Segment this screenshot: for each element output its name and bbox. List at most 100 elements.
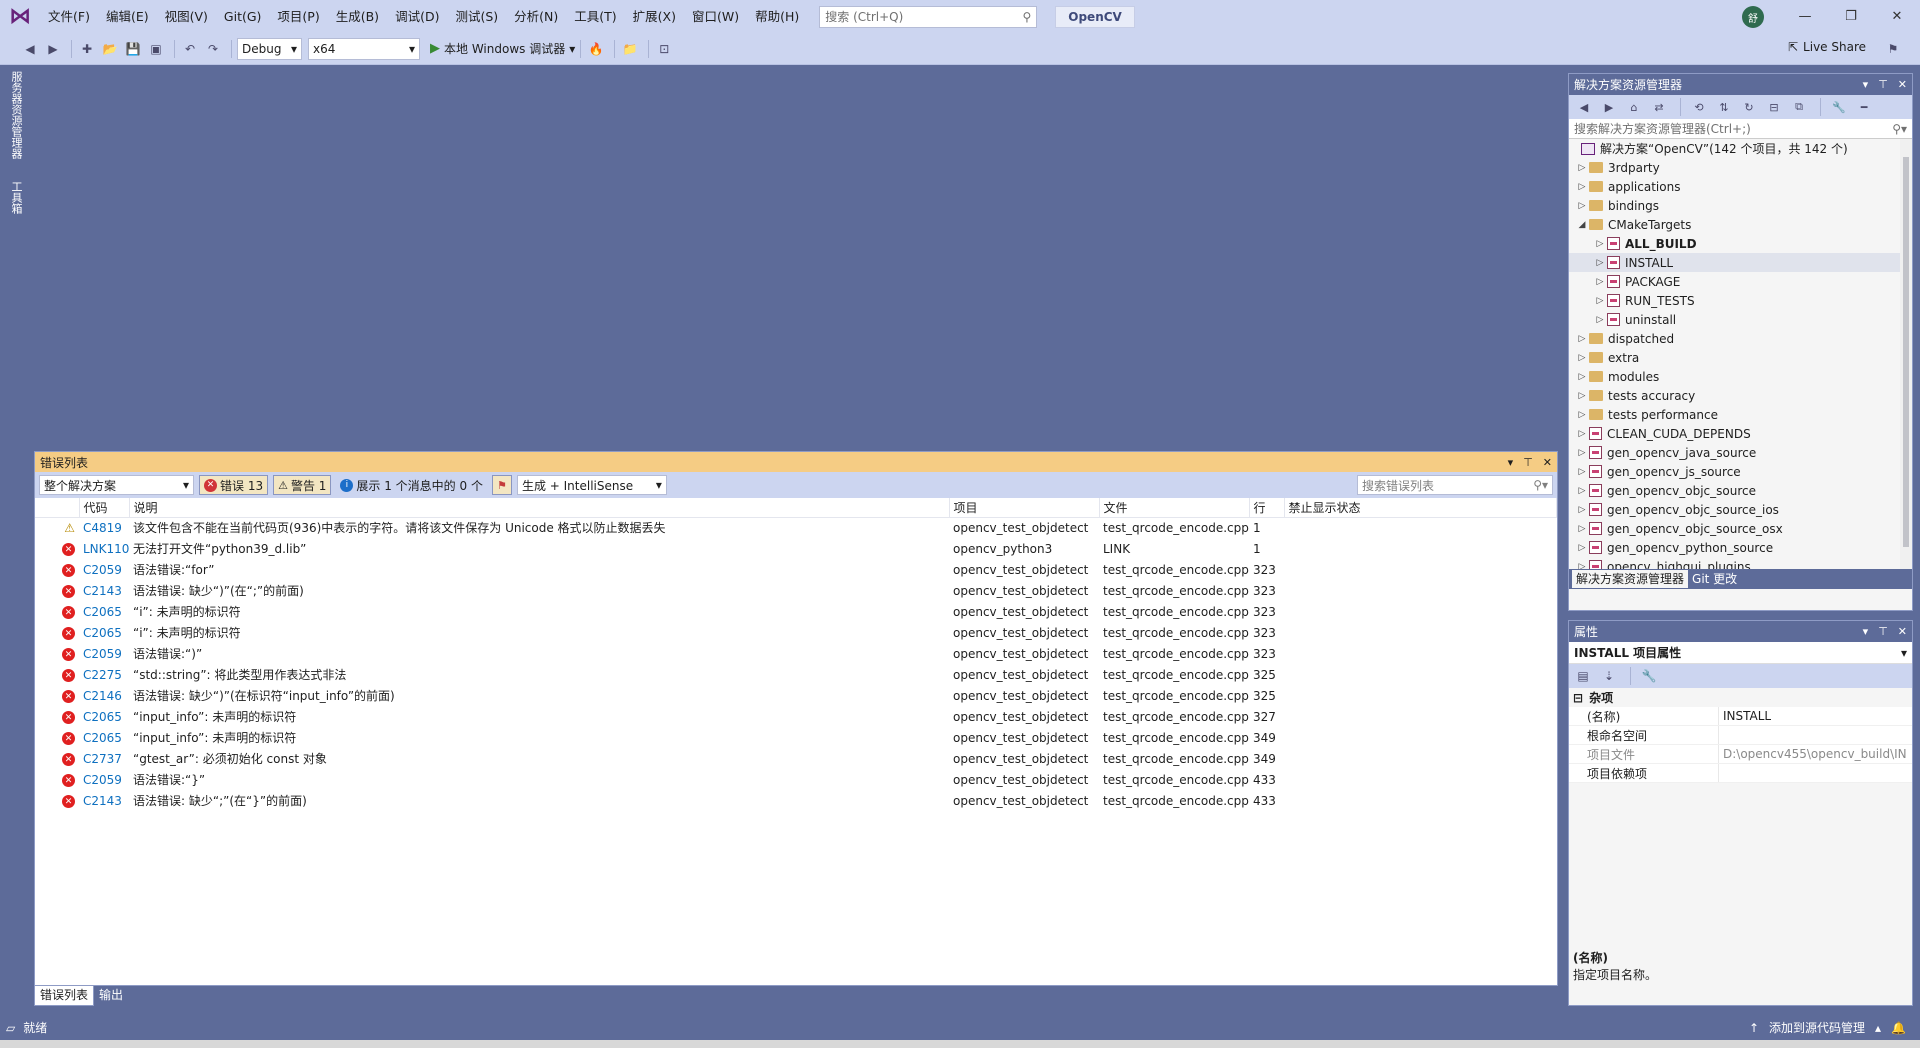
menu-item[interactable]: 窗口(W) [684, 0, 747, 33]
expand-arrow-icon[interactable]: ▷ [1575, 467, 1589, 477]
table-row[interactable]: ✕ C2059 语法错误:“for” opencv_test_objdetect tes… [35, 559, 1557, 580]
pin-icon[interactable]: ⊤ [1878, 625, 1888, 638]
tree-item[interactable]: ▷ tests accuracy [1569, 386, 1912, 405]
tab-git-changes[interactable]: Git 更改 [1688, 570, 1741, 588]
tree-item[interactable]: ▷ INSTALL [1569, 253, 1912, 272]
pin-icon[interactable]: ⊤ [1878, 78, 1888, 91]
tab-error-list[interactable]: 错误列表 [34, 986, 95, 1006]
toolbox-tab[interactable]: 工具箱 [8, 181, 24, 214]
menu-item[interactable]: Git(G) [216, 0, 270, 33]
close-icon[interactable]: ✕ [1874, 9, 1920, 24]
live-share-button[interactable]: ⇱ Live Share [1788, 40, 1866, 54]
expand-arrow-icon[interactable]: ▷ [1593, 239, 1607, 249]
back-icon[interactable]: ◀ [20, 39, 40, 59]
project-column-header[interactable]: 项目 [949, 498, 1100, 518]
expand-arrow-icon[interactable]: ▷ [1593, 258, 1607, 268]
error-code-link[interactable]: C2059 [79, 559, 129, 580]
source-dropdown[interactable]: 生成 + IntelliSense ▾ [516, 475, 667, 495]
tree-item[interactable]: ▷ extra [1569, 348, 1912, 367]
dropdown-icon[interactable]: ▾ [1863, 78, 1869, 91]
property-row[interactable]: 项目依赖项 [1569, 764, 1912, 783]
output-window-icon[interactable]: ▱ [6, 1021, 15, 1035]
scrollbar-thumb[interactable] [1903, 157, 1909, 547]
error-code-link[interactable]: C2275 [79, 664, 129, 685]
restore-icon[interactable]: ❐ [1828, 9, 1874, 24]
save-icon[interactable]: 💾 [123, 39, 143, 59]
severity-column-header[interactable] [35, 498, 80, 518]
menu-item[interactable]: 测试(S) [447, 0, 506, 33]
new-project-icon[interactable]: ✚ [77, 39, 97, 59]
menu-item[interactable]: 文件(F) [40, 0, 98, 33]
warnings-filter-button[interactable]: ⚠ 警告 1 [273, 475, 332, 495]
error-code-link[interactable]: C2059 [79, 769, 129, 790]
expand-arrow-icon[interactable]: ▷ [1575, 334, 1589, 344]
menu-item[interactable]: 调试(D) [387, 0, 447, 33]
minimize-icon[interactable]: — [1782, 9, 1828, 24]
undo-icon[interactable]: ↶ [180, 39, 200, 59]
avatar[interactable]: 舒 [1742, 6, 1764, 28]
error-code-link[interactable]: C2737 [79, 748, 129, 769]
show-all-files-icon[interactable]: ⧉ [1790, 98, 1808, 116]
expand-arrow-icon[interactable]: ▷ [1575, 429, 1589, 439]
table-row[interactable]: ✕ C2143 语法错误: 缺少“)”(在“;”的前面) opencv_test_ob… [35, 580, 1557, 601]
table-row[interactable]: ✕ C2065 “input_info”: 未声明的标识符 opencv_test_o… [35, 706, 1557, 727]
expand-arrow-icon[interactable]: ▷ [1593, 296, 1607, 306]
table-row[interactable]: ✕ C2146 语法错误: 缺少“)”(在标识符“input_info”的前面) op… [35, 685, 1557, 706]
tree-item[interactable]: 解决方案“OpenCV”(142 个项目，共 142 个) [1569, 139, 1912, 158]
solution-search-input[interactable]: 搜索解决方案资源管理器(Ctrl+;) ⚲▾ [1569, 119, 1912, 139]
categorized-icon[interactable]: ▤ [1573, 666, 1593, 686]
tree-item[interactable]: ▷ gen_opencv_java_source [1569, 443, 1912, 462]
switch-views-icon[interactable]: ⇄ [1650, 98, 1668, 116]
expand-arrow-icon[interactable]: ▷ [1575, 410, 1589, 420]
dropdown-icon[interactable]: ▾ [1863, 625, 1869, 638]
forward-icon[interactable]: ▶ [1600, 98, 1618, 116]
error-code-link[interactable]: C2143 [79, 580, 129, 601]
expand-arrow-icon[interactable]: ▷ [1575, 372, 1589, 382]
property-category[interactable]: ⊟ 杂项 [1569, 688, 1912, 707]
menu-item[interactable]: 生成(B) [328, 0, 387, 33]
expand-arrow-icon[interactable]: ▷ [1575, 562, 1589, 570]
error-code-link[interactable]: C2059 [79, 643, 129, 664]
file-column-header[interactable]: 文件 [1099, 498, 1250, 518]
table-row[interactable]: ✕ C2059 语法错误:“)” opencv_test_objdetect test_… [35, 643, 1557, 664]
browse-folder-icon[interactable]: 📁 [620, 39, 640, 59]
close-icon[interactable]: ✕ [1898, 78, 1907, 91]
platform-dropdown[interactable]: x64 ▾ [308, 37, 420, 60]
alphabetical-icon[interactable]: ⇣ [1599, 666, 1619, 686]
sync-icon[interactable]: ⇅ [1715, 98, 1733, 116]
property-value[interactable]: D:\opencv455\opencv_build\IN [1719, 745, 1912, 763]
expand-arrow-icon[interactable]: ▷ [1575, 391, 1589, 401]
description-column-header[interactable]: 说明 [129, 498, 950, 518]
tab-solution-explorer[interactable]: 解决方案资源管理器 [1572, 570, 1689, 588]
tree-item[interactable]: ▷ opencv_highgui_plugins [1569, 557, 1912, 569]
error-code-link[interactable]: LNK1104 [79, 538, 129, 559]
suppression-column-header[interactable]: 禁止显示状态 [1284, 498, 1557, 518]
expand-arrow-icon[interactable]: ▷ [1575, 524, 1589, 534]
tree-item[interactable]: ▷ gen_opencv_objc_source_osx [1569, 519, 1912, 538]
property-value[interactable] [1719, 726, 1912, 744]
table-row[interactable]: ✕ C2275 “std::string”: 将此类型用作表达式非法 opencv_t… [35, 664, 1557, 685]
close-icon[interactable]: ✕ [1898, 625, 1907, 638]
refresh-icon[interactable]: ↻ [1740, 98, 1758, 116]
expand-arrow-icon[interactable]: ▷ [1575, 353, 1589, 363]
tree-item[interactable]: ▷ RUN_TESTS [1569, 291, 1912, 310]
expand-arrow-icon[interactable]: ▷ [1575, 163, 1589, 173]
history-icon[interactable]: ⟲ [1690, 98, 1708, 116]
expand-arrow-icon[interactable]: ▷ [1575, 182, 1589, 192]
tree-item[interactable]: ▷ dispatched [1569, 329, 1912, 348]
error-list-search-input[interactable]: 搜索错误列表 ⚲▾ [1357, 475, 1553, 495]
expand-arrow-icon[interactable]: ◢ [1575, 220, 1589, 230]
feedback-icon[interactable]: ⚑ [1883, 39, 1903, 59]
back-icon[interactable]: ◀ [1575, 98, 1593, 116]
expand-arrow-icon[interactable]: ▷ [1575, 201, 1589, 211]
expand-arrow-icon[interactable]: ▷ [1575, 505, 1589, 515]
preview-icon[interactable]: ━ [1855, 98, 1873, 116]
redo-icon[interactable]: ↷ [203, 39, 223, 59]
menu-item[interactable]: 分析(N) [506, 0, 566, 33]
tree-item[interactable]: ▷ tests performance [1569, 405, 1912, 424]
error-code-link[interactable]: C2065 [79, 727, 129, 748]
tree-item[interactable]: ▷ 3rdparty [1569, 158, 1912, 177]
error-code-link[interactable]: C2065 [79, 706, 129, 727]
tree-item[interactable]: ▷ gen_opencv_python_source [1569, 538, 1912, 557]
table-row[interactable]: ✕ C2737 “gtest_ar”: 必须初始化 const 对象 opencv_t… [35, 748, 1557, 769]
